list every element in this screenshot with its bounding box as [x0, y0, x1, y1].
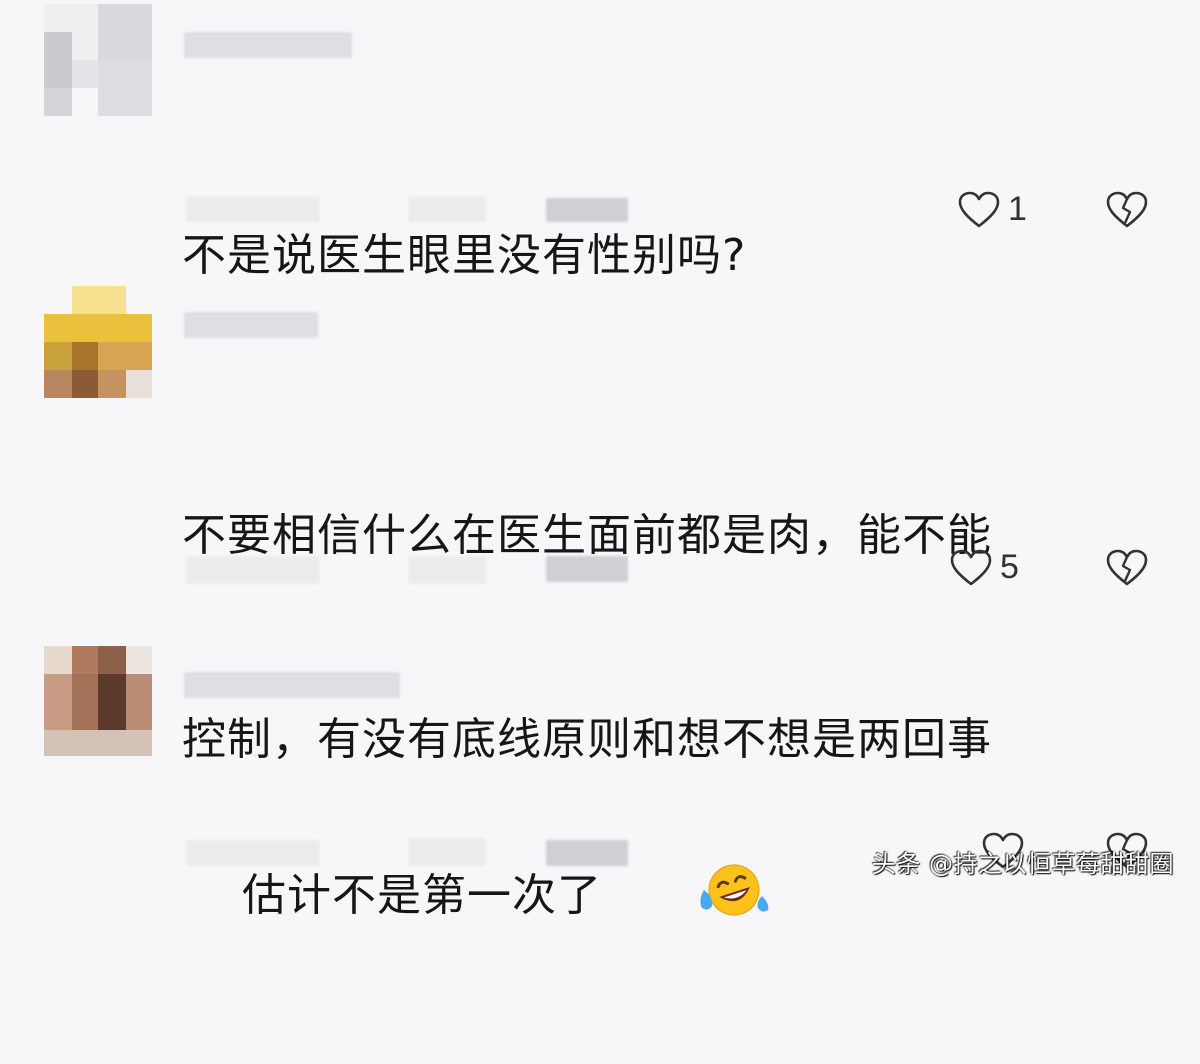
reply-placeholder	[546, 198, 628, 222]
username-placeholder	[184, 672, 400, 698]
watermark: 头条 @持之以恒草莓甜甜圈	[871, 850, 1174, 878]
comment-line: 不是说医生眼里没有性别吗?	[182, 230, 747, 281]
heart-outline-icon	[958, 191, 1000, 229]
reply-placeholder	[546, 840, 628, 866]
reply-placeholder	[546, 556, 628, 582]
comment-text: 不是说医生眼里没有性别吗?	[182, 96, 746, 416]
like-button[interactable]: 1	[958, 190, 1027, 229]
dislike-button[interactable]	[1106, 549, 1148, 587]
heart-outline-icon	[950, 549, 992, 587]
like-count: 1	[1008, 190, 1027, 228]
avatar[interactable]	[44, 4, 152, 116]
dislike-button[interactable]	[1106, 191, 1148, 229]
meta-placeholder	[408, 838, 486, 866]
avatar[interactable]	[44, 646, 152, 758]
like-button[interactable]: 5	[950, 548, 1019, 587]
meta-placeholder	[186, 840, 320, 866]
broken-heart-icon	[1106, 549, 1148, 587]
meta-placeholder	[408, 196, 486, 222]
meta-placeholder	[408, 556, 486, 584]
meta-placeholder	[186, 196, 320, 222]
meta-placeholder	[186, 556, 320, 584]
username-placeholder	[184, 312, 318, 338]
broken-heart-icon	[1106, 191, 1148, 229]
comment-text: 估计不是第一次了	[182, 732, 772, 1064]
comment-line: 估计不是第一次了	[241, 870, 602, 921]
username-placeholder	[184, 32, 352, 58]
avatar[interactable]	[44, 286, 152, 398]
rofl-emoji-icon	[606, 796, 772, 1000]
like-count: 5	[1000, 548, 1019, 586]
